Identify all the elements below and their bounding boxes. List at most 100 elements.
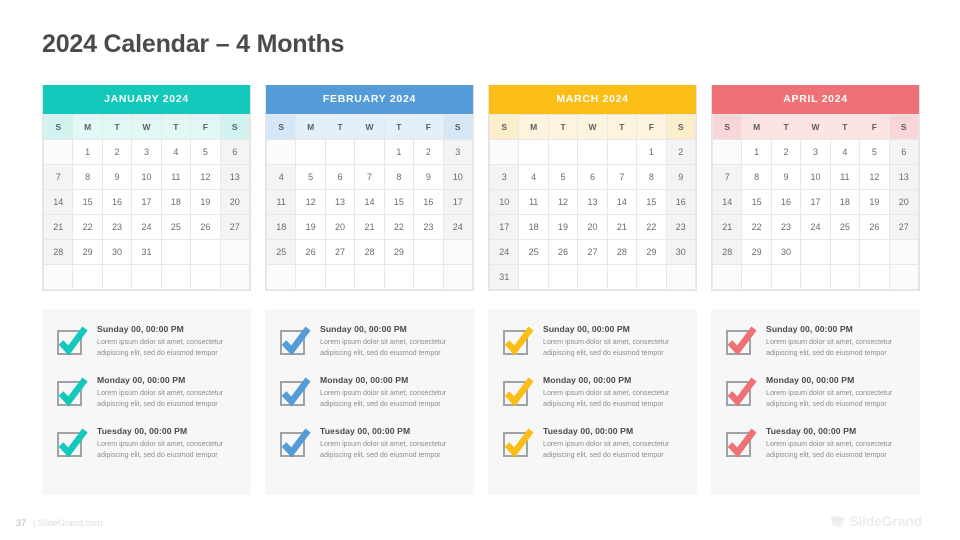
- calendar-day-cell[interactable]: 30: [770, 239, 802, 265]
- calendar-day-cell[interactable]: 2: [665, 139, 697, 165]
- checkbox-checked-icon[interactable]: [277, 427, 311, 461]
- calendar-day-cell[interactable]: 23: [413, 214, 444, 240]
- calendar-day-cell[interactable]: 27: [219, 214, 251, 240]
- calendar-day-cell[interactable]: 7: [711, 164, 743, 190]
- event-item[interactable]: Monday 00, 00:00 PM Lorem ipsum dolor sit…: [500, 374, 685, 410]
- calendar-day-cell[interactable]: 28: [606, 239, 638, 265]
- calendar-day-cell[interactable]: 5: [190, 139, 221, 165]
- calendar-day-cell[interactable]: 7: [354, 164, 385, 190]
- calendar-day-cell[interactable]: 18: [829, 189, 861, 215]
- checkbox-checked-icon[interactable]: [723, 376, 757, 410]
- calendar-day-cell[interactable]: 20: [219, 189, 251, 215]
- calendar-day-cell[interactable]: 3: [131, 139, 162, 165]
- calendar-day-cell[interactable]: 22: [636, 214, 667, 240]
- calendar-day-cell[interactable]: 24: [442, 214, 474, 240]
- event-item[interactable]: Monday 00, 00:00 PM Lorem ipsum dolor sit…: [277, 374, 462, 410]
- checkbox-checked-icon[interactable]: [54, 325, 88, 359]
- calendar-day-cell[interactable]: 9: [665, 164, 697, 190]
- event-item[interactable]: Tuesday 00, 00:00 PM Lorem ipsum dolor si…: [500, 425, 685, 461]
- calendar-day-cell[interactable]: 13: [577, 189, 608, 215]
- calendar-day-cell[interactable]: 31: [131, 239, 162, 265]
- calendar-day-cell[interactable]: 26: [295, 239, 326, 265]
- event-item[interactable]: Sunday 00, 00:00 PM Lorem ipsum dolor sit…: [723, 323, 908, 359]
- calendar-day-cell[interactable]: 29: [383, 239, 415, 265]
- calendar-day-cell[interactable]: 9: [413, 164, 444, 190]
- calendar-day-cell[interactable]: 21: [711, 214, 743, 240]
- calendar-day-cell[interactable]: 15: [636, 189, 667, 215]
- calendar-day-cell[interactable]: 6: [219, 139, 251, 165]
- calendar-day-cell[interactable]: 17: [488, 214, 520, 240]
- calendar-day-cell[interactable]: 28: [354, 239, 385, 265]
- calendar-day-cell[interactable]: 10: [442, 164, 474, 190]
- calendar-day-cell[interactable]: 29: [741, 239, 772, 265]
- calendar-day-cell[interactable]: 22: [383, 214, 415, 240]
- calendar-day-cell[interactable]: 8: [636, 164, 667, 190]
- calendar-day-cell[interactable]: 18: [160, 189, 192, 215]
- calendar-day-cell[interactable]: 24: [131, 214, 162, 240]
- checkbox-checked-icon[interactable]: [500, 376, 534, 410]
- calendar-day-cell[interactable]: 6: [577, 164, 608, 190]
- checkbox-checked-icon[interactable]: [277, 376, 311, 410]
- event-item[interactable]: Monday 00, 00:00 PM Lorem ipsum dolor sit…: [723, 374, 908, 410]
- checkbox-checked-icon[interactable]: [54, 376, 88, 410]
- calendar-day-cell[interactable]: 4: [160, 139, 192, 165]
- calendar-day-cell[interactable]: 14: [42, 189, 74, 215]
- calendar-day-cell[interactable]: 25: [265, 239, 297, 265]
- calendar-day-cell[interactable]: 6: [324, 164, 356, 190]
- calendar-day-cell[interactable]: 29: [72, 239, 103, 265]
- calendar-day-cell[interactable]: 13: [219, 164, 251, 190]
- calendar-day-cell[interactable]: 1: [383, 139, 415, 165]
- calendar-day-cell[interactable]: 10: [488, 189, 520, 215]
- calendar-day-cell[interactable]: 5: [295, 164, 326, 190]
- calendar-day-cell[interactable]: 19: [547, 214, 579, 240]
- event-item[interactable]: Sunday 00, 00:00 PM Lorem ipsum dolor sit…: [54, 323, 239, 359]
- calendar-day-cell[interactable]: 19: [190, 189, 221, 215]
- calendar-day-cell[interactable]: 2: [770, 139, 802, 165]
- calendar-day-cell[interactable]: 26: [547, 239, 579, 265]
- calendar-day-cell[interactable]: 4: [829, 139, 861, 165]
- calendar-day-cell[interactable]: 30: [665, 239, 697, 265]
- calendar-day-cell[interactable]: 10: [800, 164, 831, 190]
- calendar-day-cell[interactable]: 24: [800, 214, 831, 240]
- calendar-day-cell[interactable]: 5: [859, 139, 890, 165]
- calendar-day-cell[interactable]: 16: [665, 189, 697, 215]
- calendar-day-cell[interactable]: 23: [665, 214, 697, 240]
- calendar-day-cell[interactable]: 12: [547, 189, 579, 215]
- event-item[interactable]: Sunday 00, 00:00 PM Lorem ipsum dolor sit…: [500, 323, 685, 359]
- calendar-day-cell[interactable]: 31: [488, 264, 520, 290]
- event-item[interactable]: Tuesday 00, 00:00 PM Lorem ipsum dolor si…: [54, 425, 239, 461]
- calendar-day-cell[interactable]: 27: [324, 239, 356, 265]
- calendar-day-cell[interactable]: 5: [547, 164, 579, 190]
- calendar-day-cell[interactable]: 26: [859, 214, 890, 240]
- calendar-day-cell[interactable]: 30: [101, 239, 133, 265]
- calendar-day-cell[interactable]: 16: [101, 189, 133, 215]
- calendar-day-cell[interactable]: 17: [442, 189, 474, 215]
- calendar-day-cell[interactable]: 20: [324, 214, 356, 240]
- calendar-day-cell[interactable]: 11: [160, 164, 192, 190]
- checkbox-checked-icon[interactable]: [500, 427, 534, 461]
- calendar-day-cell[interactable]: 15: [741, 189, 772, 215]
- calendar-day-cell[interactable]: 11: [265, 189, 297, 215]
- calendar-day-cell[interactable]: 29: [636, 239, 667, 265]
- calendar-day-cell[interactable]: 13: [888, 164, 920, 190]
- calendar-day-cell[interactable]: 6: [888, 139, 920, 165]
- calendar-day-cell[interactable]: 14: [606, 189, 638, 215]
- calendar-day-cell[interactable]: 16: [413, 189, 444, 215]
- calendar-day-cell[interactable]: 25: [518, 239, 549, 265]
- calendar-day-cell[interactable]: 7: [606, 164, 638, 190]
- calendar-day-cell[interactable]: 23: [101, 214, 133, 240]
- calendar-day-cell[interactable]: 12: [859, 164, 890, 190]
- calendar-day-cell[interactable]: 3: [488, 164, 520, 190]
- calendar-day-cell[interactable]: 8: [741, 164, 772, 190]
- event-item[interactable]: Tuesday 00, 00:00 PM Lorem ipsum dolor si…: [723, 425, 908, 461]
- calendar-day-cell[interactable]: 21: [42, 214, 74, 240]
- calendar-day-cell[interactable]: 14: [711, 189, 743, 215]
- checkbox-checked-icon[interactable]: [500, 325, 534, 359]
- checkbox-checked-icon[interactable]: [723, 325, 757, 359]
- calendar-day-cell[interactable]: 26: [190, 214, 221, 240]
- calendar-day-cell[interactable]: 11: [518, 189, 549, 215]
- calendar-day-cell[interactable]: 21: [606, 214, 638, 240]
- calendar-day-cell[interactable]: 3: [800, 139, 831, 165]
- calendar-day-cell[interactable]: 11: [829, 164, 861, 190]
- calendar-day-cell[interactable]: 8: [383, 164, 415, 190]
